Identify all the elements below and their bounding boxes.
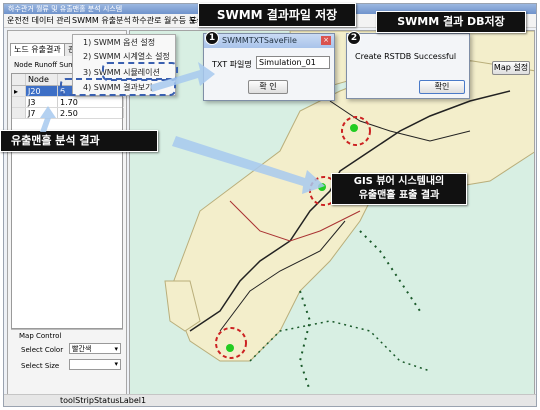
arrow-to-dialog: [150, 62, 215, 92]
arrow-to-map: [172, 136, 325, 194]
annotation-arrows: [40, 62, 325, 194]
arrow-to-grid: [40, 106, 56, 132]
